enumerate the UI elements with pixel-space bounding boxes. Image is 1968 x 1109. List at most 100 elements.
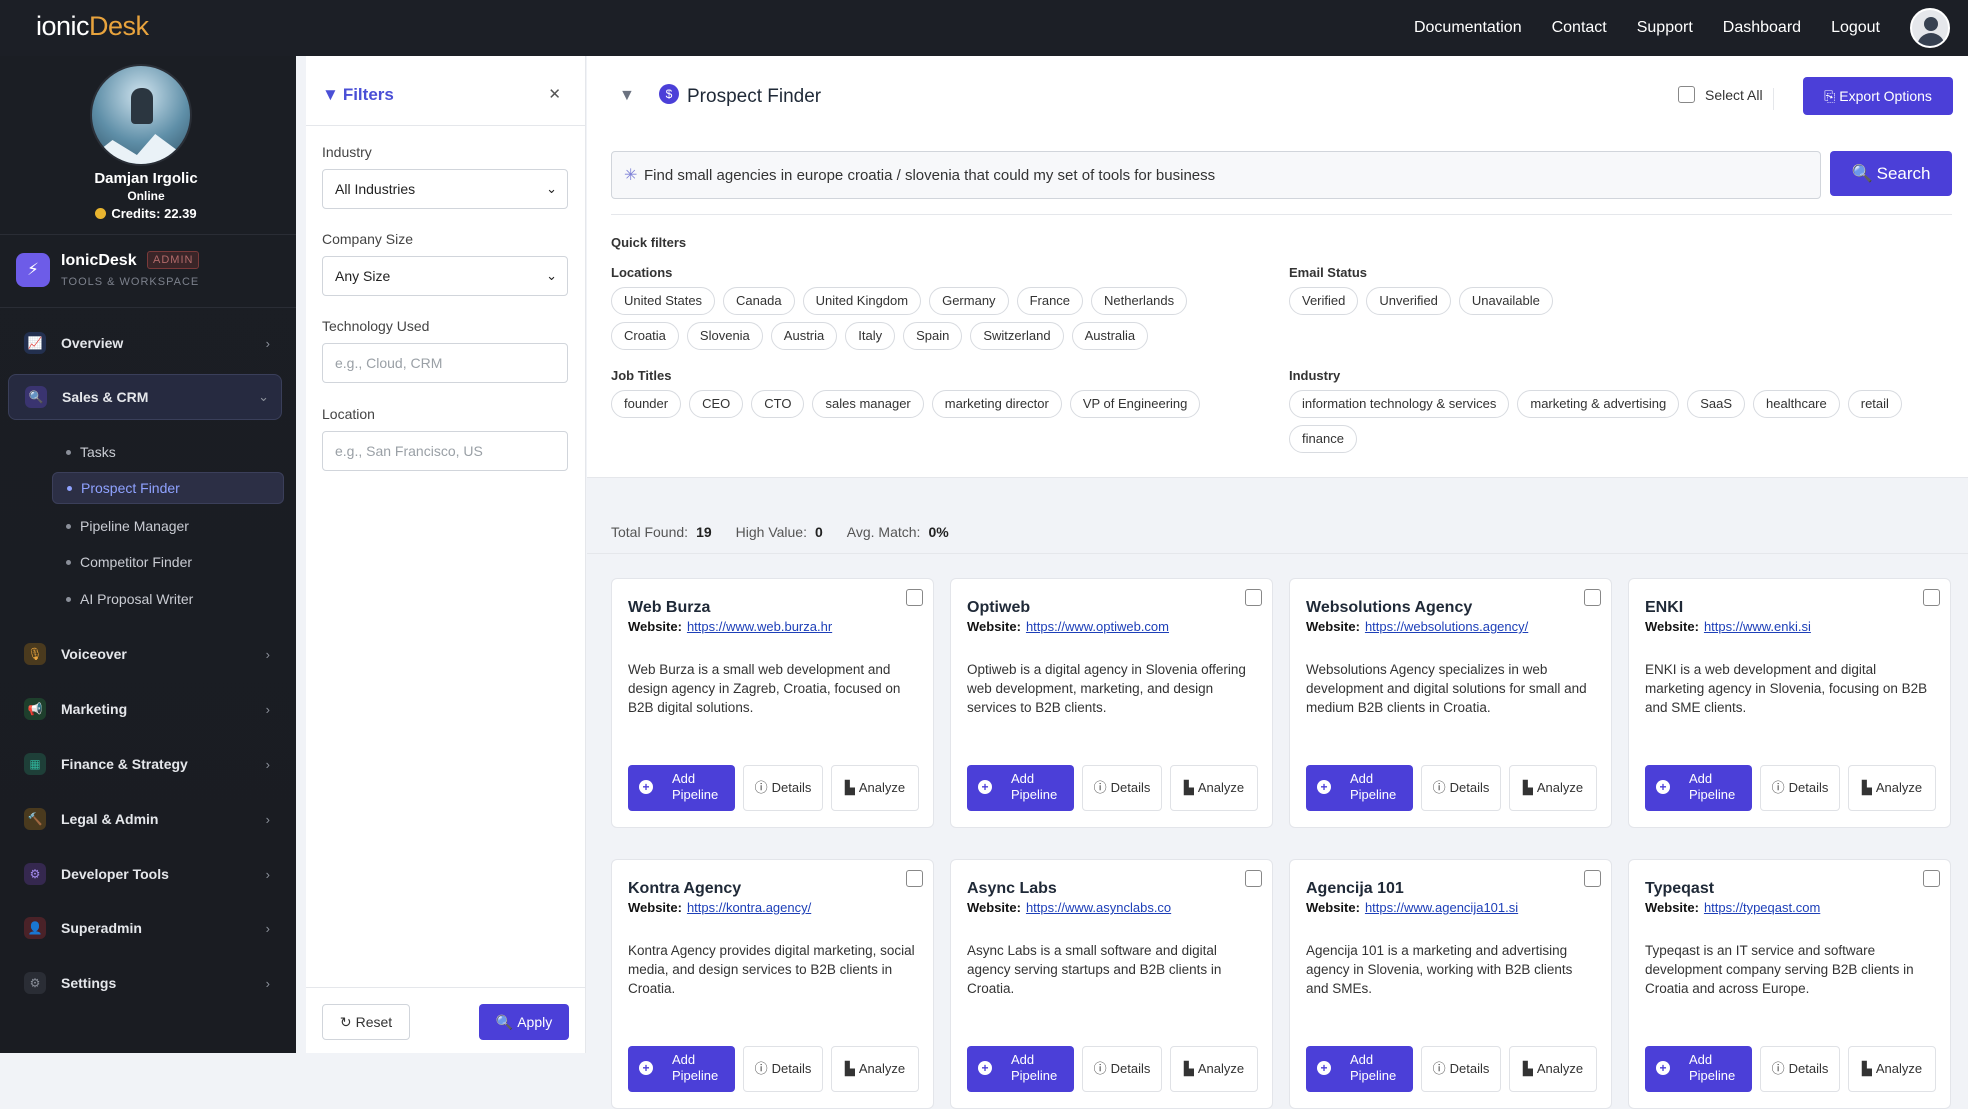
card-checkbox[interactable] <box>906 589 923 606</box>
sidebar-item-overview[interactable]: 📈 Overview › <box>8 320 282 366</box>
analyze-button[interactable]: ▙ Analyze <box>1848 765 1936 811</box>
chip-email-status[interactable]: Unverified <box>1366 287 1451 315</box>
analyze-button[interactable]: ▙ Analyze <box>1170 765 1258 811</box>
industry-quick-label: Industry <box>1289 368 1341 383</box>
chip-email-status[interactable]: Verified <box>1289 287 1359 315</box>
analyze-button[interactable]: ▙ Analyze <box>831 765 919 811</box>
card-checkbox[interactable] <box>906 870 923 887</box>
chip-industry[interactable]: information technology & services <box>1289 390 1510 418</box>
select-all-checkbox[interactable]: Select All <box>1678 86 1763 103</box>
chip-location[interactable]: France <box>1016 287 1084 315</box>
subitem-prospect-finder[interactable]: Prospect Finder <box>52 472 284 504</box>
card-checkbox[interactable] <box>1245 589 1262 606</box>
chip-location[interactable]: Slovenia <box>686 322 763 350</box>
add-pipeline-button[interactable]: + Add Pipeline <box>1306 765 1413 811</box>
website-link[interactable]: https://websolutions.agency/ <box>1365 619 1528 634</box>
chip-location[interactable]: Australia <box>1071 322 1149 350</box>
reset-icon: ↻ <box>339 1014 352 1030</box>
details-button[interactable]: ⓘ Details <box>1760 765 1840 811</box>
nav-documentation[interactable]: Documentation <box>1414 19 1522 37</box>
card-checkbox[interactable] <box>1923 589 1940 606</box>
chip-location[interactable]: Croatia <box>611 322 679 350</box>
add-pipeline-button[interactable]: + Add Pipeline <box>1645 765 1752 811</box>
website-link[interactable]: https://www.enki.si <box>1704 619 1811 634</box>
sidebar-item-finance-strategy[interactable]: ▦ Finance & Strategy › <box>8 741 282 787</box>
sidebar-item-sales-crm[interactable]: 🔍 Sales & CRM ⌄ <box>8 374 282 420</box>
industry-select[interactable]: All Industries ⌄ <box>322 169 568 209</box>
sidebar-item-voiceover[interactable]: 🎙 Voiceover › <box>8 631 282 677</box>
website-link[interactable]: https://www.asynclabs.co <box>1026 900 1171 915</box>
website-link[interactable]: https://kontra.agency/ <box>687 900 811 915</box>
subitem-tasks[interactable]: Tasks <box>52 436 284 468</box>
nav-contact[interactable]: Contact <box>1552 19 1607 37</box>
search-input[interactable]: ✳ Find small agencies in europe croatia … <box>611 151 1821 199</box>
sidebar-item-marketing[interactable]: 📢 Marketing › <box>8 686 282 732</box>
reset-button[interactable]: ↻ Reset <box>322 1004 410 1040</box>
card-checkbox[interactable] <box>1245 870 1262 887</box>
chip-email-status[interactable]: Unavailable <box>1458 287 1553 315</box>
chip-industry[interactable]: retail <box>1847 390 1902 418</box>
nav-support[interactable]: Support <box>1637 19 1693 37</box>
sidebar-item-developer-tools[interactable]: ⚙ Developer Tools › <box>8 851 282 897</box>
chip-location[interactable]: United Kingdom <box>802 287 922 315</box>
chart-icon: 📈 <box>24 332 46 354</box>
nav-dashboard[interactable]: Dashboard <box>1723 19 1801 37</box>
details-button[interactable]: ⓘ Details <box>1421 765 1501 811</box>
company-size-select[interactable]: Any Size ⌄ <box>322 256 568 296</box>
chip-job-title[interactable]: VP of Engineering <box>1069 390 1201 418</box>
analyze-button[interactable]: ▙ Analyze <box>1509 765 1597 811</box>
chip-location[interactable]: Germany <box>929 287 1009 315</box>
details-button[interactable]: ⓘ Details <box>1082 765 1162 811</box>
website-link[interactable]: https://www.web.burza.hr <box>687 619 832 634</box>
export-options-button[interactable]: ⎘ Export Options <box>1803 77 1953 115</box>
chip-location[interactable]: Italy <box>845 322 896 350</box>
profile-name: Damjan Irgolic <box>94 170 198 187</box>
chip-location[interactable]: Netherlands <box>1091 287 1188 315</box>
chip-job-title[interactable]: founder <box>611 390 682 418</box>
chip-job-title[interactable]: marketing director <box>931 390 1062 418</box>
card-checkbox[interactable] <box>1584 870 1601 887</box>
sidebar-item-legal-admin[interactable]: 🔨 Legal & Admin › <box>8 796 282 842</box>
user-avatar[interactable] <box>1910 8 1950 48</box>
chip-location[interactable]: Canada <box>723 287 795 315</box>
chip-industry[interactable]: SaaS <box>1687 390 1746 418</box>
filter-toggle-icon[interactable]: ▼ <box>619 87 635 105</box>
user-shield-icon: 👤 <box>24 917 46 939</box>
company-name: Optiweb <box>967 599 1031 616</box>
prospect-finder-icon: $ <box>659 84 679 104</box>
technology-input[interactable]: e.g., Cloud, CRM <box>322 343 568 383</box>
chip-job-title[interactable]: sales manager <box>812 390 924 418</box>
chip-industry[interactable]: finance <box>1289 425 1357 453</box>
sidebar-item-superadmin[interactable]: 👤 Superadmin › <box>8 905 282 951</box>
add-pipeline-button[interactable]: + Add Pipeline <box>967 765 1074 811</box>
company-website: Website: https://websolutions.agency/ <box>1306 619 1529 634</box>
nav-logout[interactable]: Logout <box>1831 19 1880 37</box>
subitem-ai-proposal-writer[interactable]: AI Proposal Writer <box>52 583 284 615</box>
chip-job-title[interactable]: CEO <box>689 390 744 418</box>
card-checkbox[interactable] <box>1584 589 1601 606</box>
card-checkbox[interactable] <box>1923 870 1940 887</box>
chip-location[interactable]: Austria <box>770 322 838 350</box>
apply-button[interactable]: 🔍 Apply <box>479 1004 569 1040</box>
chip-industry[interactable]: marketing & advertising <box>1517 390 1680 418</box>
company-name: Async Labs <box>967 880 1057 897</box>
app-logo[interactable]: ionicDesk <box>36 11 149 42</box>
chip-job-title[interactable]: CTO <box>751 390 805 418</box>
company-website: Website: https://www.asynclabs.co <box>967 900 1172 915</box>
close-icon[interactable]: ✕ <box>548 85 561 103</box>
profile-credits: Credits: 22.39 <box>0 206 292 221</box>
chip-location[interactable]: United States <box>611 287 716 315</box>
subitem-pipeline-manager[interactable]: Pipeline Manager <box>52 510 284 542</box>
sidebar-item-settings[interactable]: ⚙ Settings › <box>8 960 282 1006</box>
location-input[interactable]: e.g., San Francisco, US <box>322 431 568 471</box>
search-button[interactable]: 🔍 Search <box>1830 151 1952 196</box>
chip-industry[interactable]: healthcare <box>1753 390 1840 418</box>
website-link[interactable]: https://typeqast.com <box>1704 900 1820 915</box>
chip-location[interactable]: Switzerland <box>970 322 1064 350</box>
website-link[interactable]: https://www.agencija101.si <box>1365 900 1518 915</box>
chip-location[interactable]: Spain <box>903 322 963 350</box>
subitem-competitor-finder[interactable]: Competitor Finder <box>52 546 284 578</box>
details-button[interactable]: ⓘ Details <box>743 765 823 811</box>
add-pipeline-button[interactable]: + Add Pipeline <box>628 765 735 811</box>
website-link[interactable]: https://www.optiweb.com <box>1026 619 1169 634</box>
